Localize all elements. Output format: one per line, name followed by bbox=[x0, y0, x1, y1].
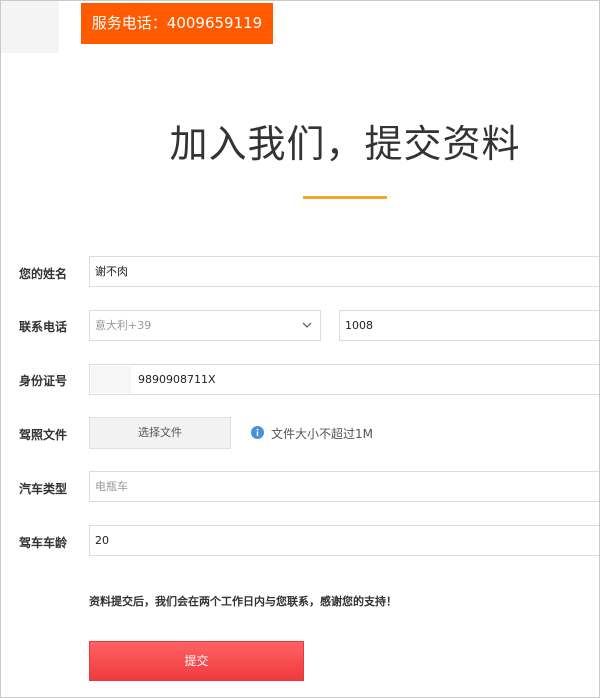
corner-block bbox=[1, 1, 59, 53]
driving-years-label: 驾车车龄 bbox=[19, 536, 68, 550]
title-underline bbox=[303, 196, 387, 199]
phone-number-value: 1008 bbox=[345, 319, 373, 332]
info-icon bbox=[251, 426, 264, 439]
id-number-label: 身份证号 bbox=[19, 374, 68, 388]
file-size-hint: 文件大小不超过1M bbox=[271, 427, 373, 441]
car-type-input[interactable]: 电瓶车 bbox=[89, 471, 599, 502]
name-input[interactable]: 谢不肉 bbox=[89, 256, 599, 287]
name-input-value: 谢不肉 bbox=[95, 265, 128, 278]
driving-years-value: 20 bbox=[95, 534, 109, 547]
id-number-input[interactable]: 9890908711X bbox=[89, 364, 599, 395]
submit-notice: 资料提交后，我们会在两个工作日内与您联系，感谢您的支持！ bbox=[89, 595, 397, 608]
phone-label: 联系电话 bbox=[19, 320, 68, 334]
choose-file-button[interactable]: 选择文件 bbox=[89, 417, 231, 449]
id-number-value: 9890908711X bbox=[138, 373, 216, 386]
page: 服务电话：4009659119 加入我们，提交资料 您的姓名 谢不肉 联系电话 … bbox=[0, 0, 600, 698]
chevron-down-icon bbox=[302, 322, 312, 328]
car-type-placeholder: 电瓶车 bbox=[95, 480, 128, 493]
car-type-label: 汽车类型 bbox=[19, 482, 68, 496]
page-title: 加入我们，提交资料 bbox=[169, 122, 521, 166]
driving-years-input[interactable]: 20 bbox=[89, 525, 599, 556]
submit-button[interactable]: 提交 bbox=[89, 641, 304, 681]
country-code-value: 意大利+39 bbox=[95, 319, 152, 332]
service-hotline: 服务电话：4009659119 bbox=[81, 3, 273, 44]
country-code-select[interactable]: 意大利+39 bbox=[89, 310, 321, 341]
redaction-block bbox=[91, 366, 131, 393]
phone-number-input[interactable]: 1008 bbox=[339, 310, 599, 341]
name-label: 您的姓名 bbox=[19, 267, 68, 281]
license-label: 驾照文件 bbox=[19, 428, 68, 442]
